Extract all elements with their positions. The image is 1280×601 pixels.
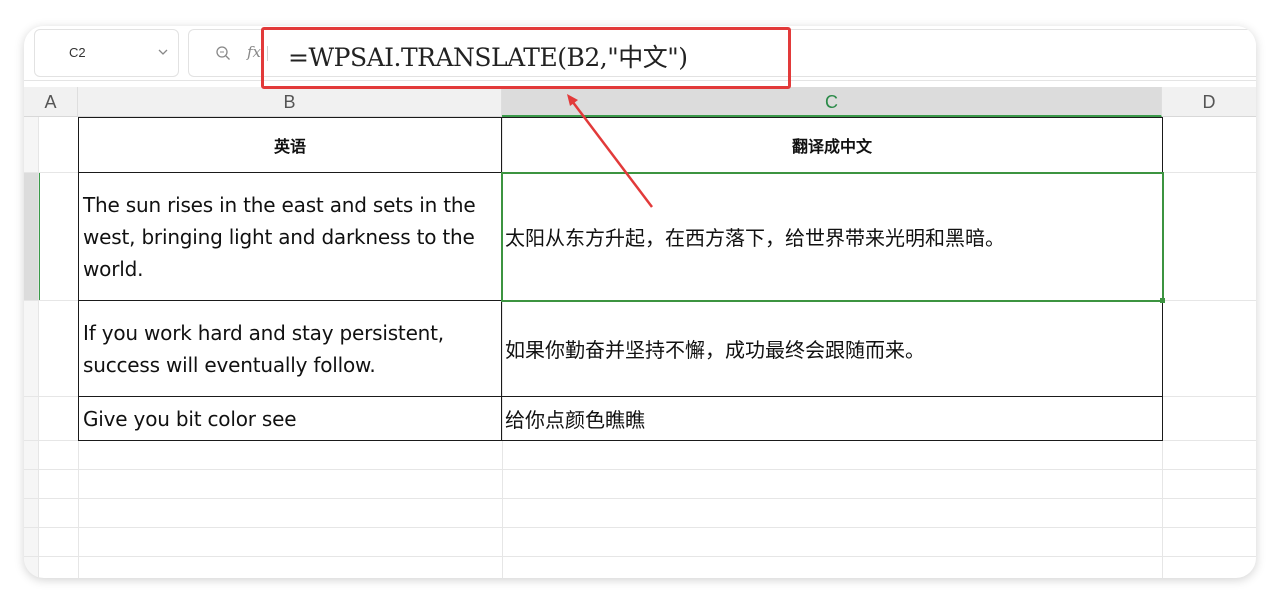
annotation-arrow [567, 94, 653, 208]
